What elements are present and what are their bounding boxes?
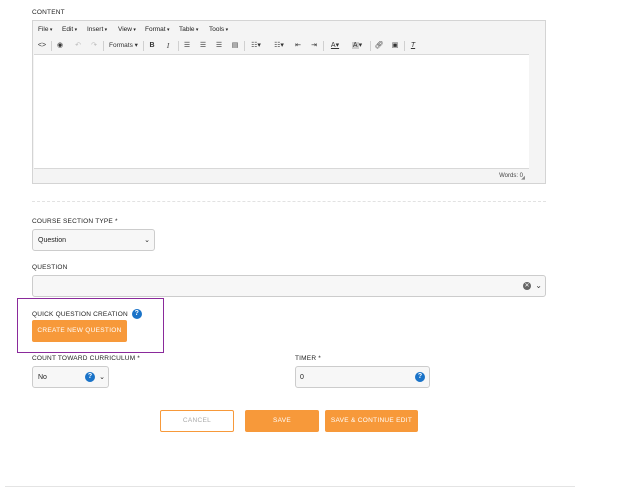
menu-view[interactable]: View bbox=[118, 26, 136, 33]
word-count: Words: 0 bbox=[499, 173, 523, 179]
source-code-icon[interactable]: <> bbox=[37, 41, 47, 51]
editor-toolbar: <> ◉ ↶ ↷ Formats ▾ B I ☰ ☰ ☰ ▤ ☷▾ ☷▾ ⇤ ⇥… bbox=[33, 38, 545, 54]
quick-question-label-row: QUICK QUESTION CREATION ? bbox=[32, 309, 142, 319]
create-new-question-button[interactable]: CREATE NEW QUESTION bbox=[32, 320, 127, 342]
align-left-icon[interactable]: ☰ bbox=[182, 41, 192, 51]
rich-text-editor: File Edit Insert View Format Table Tools… bbox=[32, 20, 546, 184]
help-icon[interactable]: ? bbox=[85, 372, 95, 382]
count-toward-value: No bbox=[38, 374, 47, 381]
menu-insert[interactable]: Insert bbox=[87, 26, 107, 33]
editor-scrollbar[interactable] bbox=[529, 54, 545, 167]
footer-divider bbox=[5, 486, 575, 487]
indent-icon[interactable]: ⇥ bbox=[309, 41, 319, 51]
undo-icon[interactable]: ↶ bbox=[73, 41, 83, 51]
count-toward-select[interactable]: No ? ⌄ bbox=[32, 366, 109, 388]
save-continue-button[interactable]: SAVE & CONTINUE EDIT bbox=[325, 410, 418, 432]
align-justify-icon[interactable]: ▤ bbox=[230, 41, 240, 51]
editor-menubar: File Edit Insert View Format Table Tools bbox=[33, 21, 545, 37]
chevron-down-icon: ⌄ bbox=[99, 374, 105, 381]
timer-label: TIMER * bbox=[295, 355, 321, 362]
image-icon[interactable]: ▣ bbox=[390, 41, 400, 51]
preview-eye-icon[interactable]: ◉ bbox=[55, 41, 65, 51]
quick-question-label: QUICK QUESTION CREATION bbox=[32, 310, 128, 318]
italic-icon[interactable]: I bbox=[163, 41, 173, 51]
section-divider bbox=[32, 201, 546, 202]
clear-formatting-icon[interactable]: T bbox=[408, 41, 418, 51]
save-button[interactable]: SAVE bbox=[245, 410, 319, 432]
chevron-down-icon[interactable]: ⌄ bbox=[535, 281, 542, 290]
numbered-list-icon[interactable]: ☷▾ bbox=[271, 41, 287, 51]
timer-value: 0 bbox=[300, 374, 304, 381]
redo-icon[interactable]: ↷ bbox=[89, 41, 99, 51]
link-icon[interactable]: 🔗︎ bbox=[374, 41, 384, 51]
content-label: CONTENT bbox=[32, 9, 65, 16]
clear-icon[interactable]: ✕ bbox=[523, 282, 531, 290]
question-label: QUESTION bbox=[32, 264, 68, 271]
menu-edit[interactable]: Edit bbox=[62, 26, 77, 33]
menu-format[interactable]: Format bbox=[145, 26, 170, 33]
background-color-icon[interactable]: A▾ bbox=[349, 41, 365, 51]
count-toward-label: COUNT TOWARD CURRICULUM * bbox=[32, 355, 141, 362]
align-center-icon[interactable]: ☰ bbox=[198, 41, 208, 51]
menu-file[interactable]: File bbox=[38, 26, 52, 33]
align-right-icon[interactable]: ☰ bbox=[214, 41, 224, 51]
outdent-icon[interactable]: ⇤ bbox=[293, 41, 303, 51]
question-select[interactable]: ✕ ⌄ bbox=[32, 275, 546, 297]
resize-handle-icon[interactable]: ◢ bbox=[521, 175, 525, 181]
menu-tools[interactable]: Tools bbox=[209, 26, 228, 33]
chevron-down-icon: ⌄ bbox=[144, 237, 150, 244]
bullet-list-icon[interactable]: ☷▾ bbox=[248, 41, 264, 51]
help-icon[interactable]: ? bbox=[415, 372, 425, 382]
course-section-type-value: Question bbox=[38, 237, 67, 244]
course-section-type-label: COURSE SECTION TYPE * bbox=[32, 218, 118, 225]
editor-content-area[interactable] bbox=[34, 54, 529, 169]
text-color-icon[interactable]: A▾ bbox=[327, 41, 343, 51]
timer-input[interactable]: 0 ? bbox=[295, 366, 430, 388]
bold-icon[interactable]: B bbox=[147, 41, 157, 51]
menu-table[interactable]: Table bbox=[179, 26, 198, 33]
cancel-button[interactable]: CANCEL bbox=[160, 410, 234, 432]
help-icon[interactable]: ? bbox=[131, 309, 142, 319]
formats-dropdown[interactable]: Formats ▾ bbox=[109, 41, 139, 51]
course-section-type-select[interactable]: Question ⌄ bbox=[32, 229, 155, 251]
